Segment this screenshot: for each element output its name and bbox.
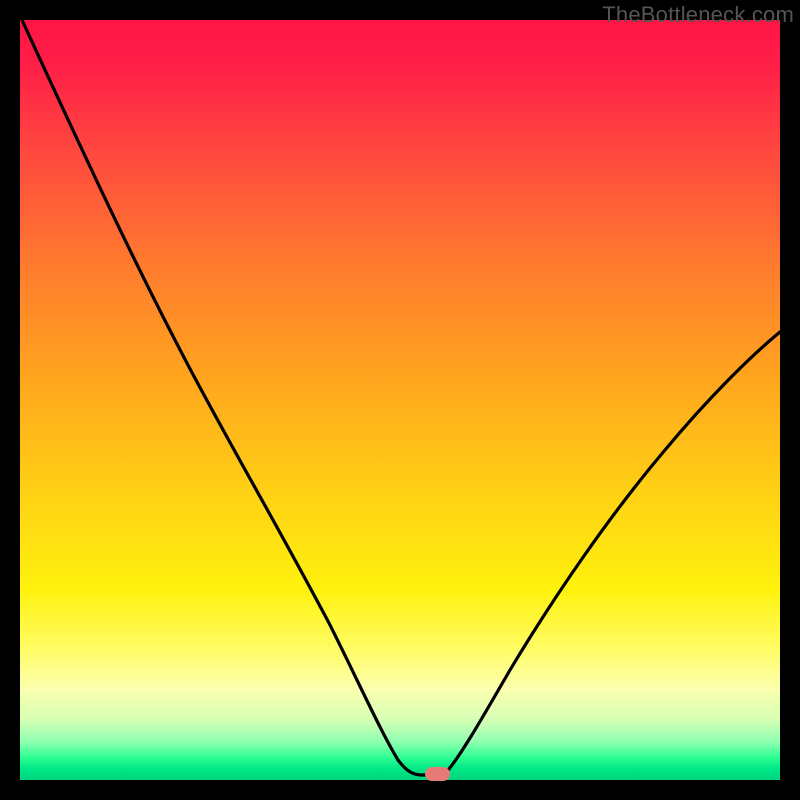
optimal-marker (425, 767, 450, 781)
watermark-text: TheBottleneck.com (602, 2, 794, 28)
bottleneck-curve (20, 20, 780, 780)
plot-area (20, 20, 780, 780)
chart-frame: TheBottleneck.com (0, 0, 800, 800)
